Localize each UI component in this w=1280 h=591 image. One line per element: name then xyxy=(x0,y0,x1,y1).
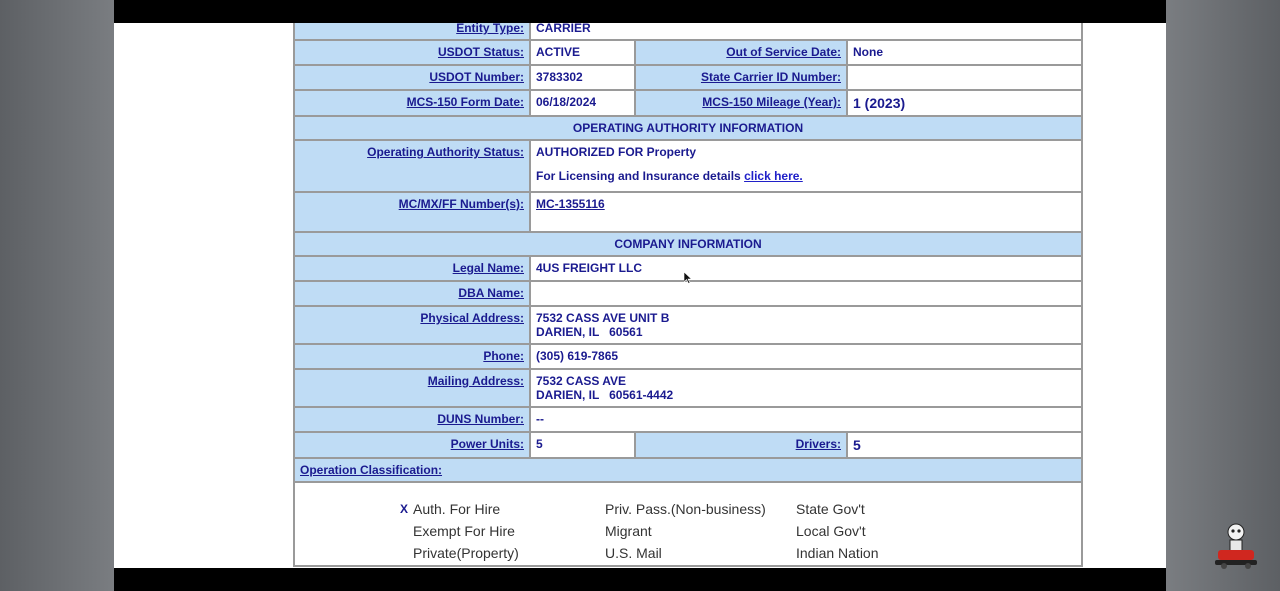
state-carrier-id-label[interactable]: State Carrier ID Number: xyxy=(701,70,841,84)
oc-migrant: Migrant xyxy=(605,523,652,539)
mailing-address-line2: DARIEN, IL 60561-4442 xyxy=(536,388,674,402)
mcs150-date-value: 06/18/2024 xyxy=(536,95,597,109)
top-letterbox xyxy=(114,0,1166,23)
mailing-address-line1: 7532 CASS AVE xyxy=(536,374,627,388)
row-usdot-status: USDOT Status: ACTIVE Out of Service Date… xyxy=(295,41,1082,64)
physical-address-line1: 7532 CASS AVE UNIT B xyxy=(536,311,670,325)
row-phone: Phone: (305) 619-7865 xyxy=(295,345,1082,368)
oc-exempt-for-hire: Exempt For Hire xyxy=(413,523,515,539)
mcs150-date-label[interactable]: MCS-150 Form Date: xyxy=(407,95,524,109)
mcs150-mileage-label[interactable]: MCS-150 Mileage (Year): xyxy=(702,95,841,109)
row-operation-classification-body: X Auth. For Hire Exempt For Hire Private(… xyxy=(295,483,1082,565)
phone-value: (305) 619-7865 xyxy=(536,349,619,363)
row-duns: DUNS Number: -- xyxy=(295,408,1082,431)
company-information-header: COMPANY INFORMATION xyxy=(614,237,762,251)
oc-us-mail: U.S. Mail xyxy=(605,545,662,561)
entity-type-value: CARRIER xyxy=(536,23,591,35)
usdot-number-value: 3783302 xyxy=(536,70,583,84)
right-background xyxy=(1166,0,1280,591)
legal-name-label[interactable]: Legal Name: xyxy=(453,261,524,275)
row-company-header: COMPANY INFORMATION xyxy=(295,233,1082,255)
oc-state-govt: State Gov't xyxy=(796,501,865,517)
physical-address-label[interactable]: Physical Address: xyxy=(420,311,524,325)
oc-private-property: Private(Property) xyxy=(413,545,519,561)
licensing-text: For Licensing and Insurance details xyxy=(536,169,741,183)
dba-name-label[interactable]: DBA Name: xyxy=(458,286,524,300)
row-dba-name: DBA Name: xyxy=(295,282,1082,305)
mailing-address-label[interactable]: Mailing Address: xyxy=(428,374,524,388)
usdot-status-value: ACTIVE xyxy=(536,45,581,59)
oc-checked-mark: X xyxy=(400,502,409,516)
drivers-value: 5 xyxy=(853,437,861,453)
browser-page: Entity Type: CARRIER USDOT Status: ACTIV… xyxy=(114,23,1166,568)
duns-number-label[interactable]: DUNS Number: xyxy=(437,412,524,426)
duns-number-value: -- xyxy=(536,412,544,426)
drivers-label[interactable]: Drivers: xyxy=(796,437,841,451)
licensing-click-here-link[interactable]: click here. xyxy=(744,169,803,183)
power-units-value: 5 xyxy=(536,437,543,451)
usdot-number-label[interactable]: USDOT Number: xyxy=(429,70,524,84)
oc-indian-nation: Indian Nation xyxy=(796,545,879,561)
row-entity-type: Entity Type: CARRIER xyxy=(295,23,1082,39)
mc-number-link[interactable]: MC-1355116 xyxy=(536,197,605,211)
legal-name-value: 4US FREIGHT LLC xyxy=(536,261,643,275)
operating-authority-status-value: AUTHORIZED FOR Property xyxy=(536,145,697,159)
oc-priv-pass: Priv. Pass.(Non-business) xyxy=(605,501,766,517)
row-power-units-drivers: Power Units: 5 Drivers: 5 xyxy=(295,433,1082,457)
row-mcs150: MCS-150 Form Date: 06/18/2024 MCS-150 Mi… xyxy=(295,91,1082,115)
mc-number-label[interactable]: MC/MX/FF Number(s): xyxy=(399,197,524,211)
bottom-letterbox xyxy=(114,568,1166,591)
usdot-status-label[interactable]: USDOT Status: xyxy=(438,45,524,59)
oc-auth-for-hire: X Auth. For Hire xyxy=(400,501,501,517)
operating-authority-status-label[interactable]: Operating Authority Status: xyxy=(367,145,524,159)
row-operating-authority-header: OPERATING AUTHORITY INFORMATION xyxy=(295,117,1082,139)
oc-local-govt: Local Gov't xyxy=(796,523,866,539)
row-mc-number: MC/MX/FF Number(s): MC-1355116 xyxy=(295,193,1082,231)
row-physical-address: Physical Address: 7532 CASS AVE UNIT B D… xyxy=(295,307,1082,343)
entity-type-label[interactable]: Entity Type: xyxy=(456,23,524,35)
physical-address-line2: DARIEN, IL 60561 xyxy=(536,325,643,339)
left-background xyxy=(0,0,114,591)
phone-label[interactable]: Phone: xyxy=(483,349,524,363)
row-operating-authority-status: Operating Authority Status: AUTHORIZED F… xyxy=(295,141,1082,191)
out-of-service-label[interactable]: Out of Service Date: xyxy=(726,45,841,59)
mcs150-mileage-value: 1 (2023) xyxy=(853,95,906,111)
power-units-label[interactable]: Power Units: xyxy=(451,437,524,451)
channel-logo-icon xyxy=(1215,523,1257,569)
operating-authority-header: OPERATING AUTHORITY INFORMATION xyxy=(572,121,804,135)
out-of-service-value: None xyxy=(853,45,883,59)
mouse-cursor-icon xyxy=(684,272,692,284)
company-snapshot-table: Entity Type: CARRIER USDOT Status: ACTIV… xyxy=(293,23,1084,567)
row-operation-classification-header: Operation Classification: xyxy=(295,459,1082,481)
row-mailing-address: Mailing Address: 7532 CASS AVE DARIEN, I… xyxy=(295,370,1082,406)
operation-classification-label[interactable]: Operation Classification: xyxy=(300,463,442,477)
row-usdot-number: USDOT Number: 3783302 State Carrier ID N… xyxy=(295,66,1082,89)
